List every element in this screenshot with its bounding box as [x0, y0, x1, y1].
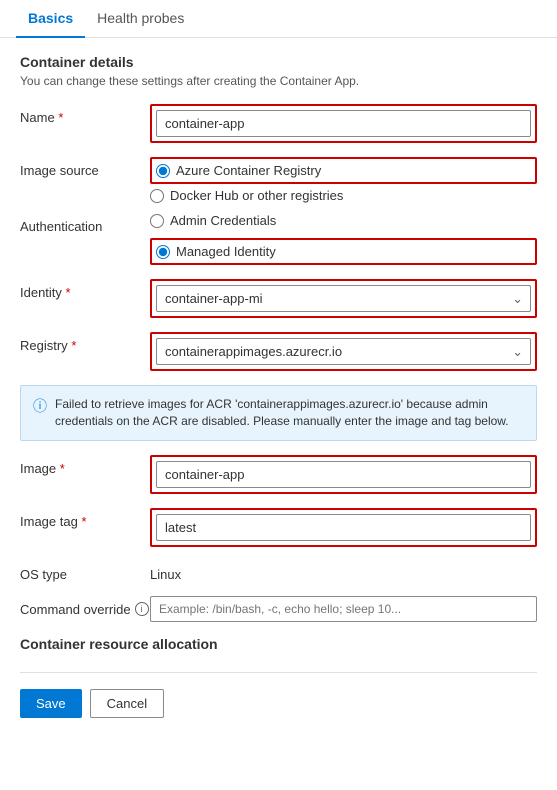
info-icon: ⓘ [33, 397, 47, 430]
image-source-wrapper: Azure Container Registry [150, 157, 537, 184]
name-required-marker: * [58, 110, 63, 125]
authentication-wrapper: Admin Credentials Managed Identity [150, 213, 537, 265]
identity-wrapper: container-app-mi ⌄ [150, 279, 537, 318]
command-override-input[interactable] [150, 596, 537, 622]
image-source-row: Image source Azure Container Registry [20, 157, 537, 184]
name-field-wrapper [150, 104, 537, 143]
docker-hub-row: Docker Hub or other registries [20, 188, 537, 203]
registry-select-wrapper: containerappimages.azurecr.io ⌄ [156, 338, 531, 365]
tab-basics[interactable]: Basics [16, 0, 85, 38]
authentication-radio-group: Admin Credentials Managed Identity [150, 213, 537, 265]
image-tag-wrapper [150, 508, 537, 547]
radio-acr[interactable]: Azure Container Registry [156, 163, 531, 178]
image-input[interactable] [156, 461, 531, 488]
resource-allocation-section: Container resource allocation [20, 636, 537, 652]
os-type-value: Linux [150, 561, 537, 582]
registry-label: Registry * [20, 332, 150, 353]
authentication-row: Authentication Admin Credentials Managed… [20, 213, 537, 265]
resource-allocation-title: Container resource allocation [20, 636, 537, 652]
cancel-button[interactable]: Cancel [90, 689, 164, 718]
image-source-label: Image source [20, 157, 150, 178]
name-input[interactable] [156, 110, 531, 137]
authentication-label: Authentication [20, 213, 150, 234]
command-override-wrapper [150, 596, 537, 622]
os-type-static: Linux [150, 561, 537, 582]
info-message-text: Failed to retrieve images for ACR 'conta… [55, 396, 524, 430]
identity-label: Identity * [20, 279, 150, 300]
registry-wrapper: containerappimages.azurecr.io ⌄ [150, 332, 537, 371]
image-wrapper [150, 455, 537, 494]
info-message-box: ⓘ Failed to retrieve images for ACR 'con… [20, 385, 537, 441]
tabs-container: Basics Health probes [0, 0, 557, 38]
identity-row: Identity * container-app-mi ⌄ [20, 279, 537, 318]
managed-identity-box: Managed Identity [150, 238, 537, 265]
image-tag-input[interactable] [156, 514, 531, 541]
radio-dockerhub-input[interactable] [150, 189, 164, 203]
identity-select[interactable]: container-app-mi [156, 285, 531, 312]
os-type-label: OS type [20, 561, 150, 582]
name-row: Name * [20, 104, 537, 143]
radio-managed[interactable]: Managed Identity [156, 244, 531, 259]
docker-hub-wrapper: Docker Hub or other registries [150, 188, 537, 203]
main-content: Container details You can change these s… [0, 38, 557, 734]
tab-health-probes[interactable]: Health probes [85, 0, 196, 38]
registry-row: Registry * containerappimages.azurecr.io… [20, 332, 537, 371]
save-button[interactable]: Save [20, 689, 82, 718]
section-description: You can change these settings after crea… [20, 74, 537, 88]
radio-managed-input[interactable] [156, 245, 170, 259]
image-tag-label: Image tag * [20, 508, 150, 529]
image-required-marker: * [60, 461, 65, 476]
name-label: Name * [20, 104, 150, 125]
registry-required-marker: * [71, 338, 76, 353]
radio-acr-input[interactable] [156, 164, 170, 178]
identity-required-marker: * [66, 285, 71, 300]
section-title: Container details [20, 54, 537, 70]
image-tag-required-marker: * [81, 514, 86, 529]
image-row: Image * [20, 455, 537, 494]
button-row: Save Cancel [20, 672, 537, 718]
radio-admin[interactable]: Admin Credentials [150, 213, 537, 228]
os-type-row: OS type Linux [20, 561, 537, 582]
command-override-row: Command override i [20, 596, 537, 622]
command-override-info-icon[interactable]: i [135, 602, 149, 616]
radio-admin-input[interactable] [150, 214, 164, 228]
identity-select-wrapper: container-app-mi ⌄ [156, 285, 531, 312]
registry-select[interactable]: containerappimages.azurecr.io [156, 338, 531, 365]
command-override-label: Command override i [20, 596, 150, 617]
radio-dockerhub[interactable]: Docker Hub or other registries [150, 188, 537, 203]
image-label: Image * [20, 455, 150, 476]
image-tag-row: Image tag * [20, 508, 537, 547]
image-source-radio-group: Azure Container Registry [156, 163, 531, 178]
